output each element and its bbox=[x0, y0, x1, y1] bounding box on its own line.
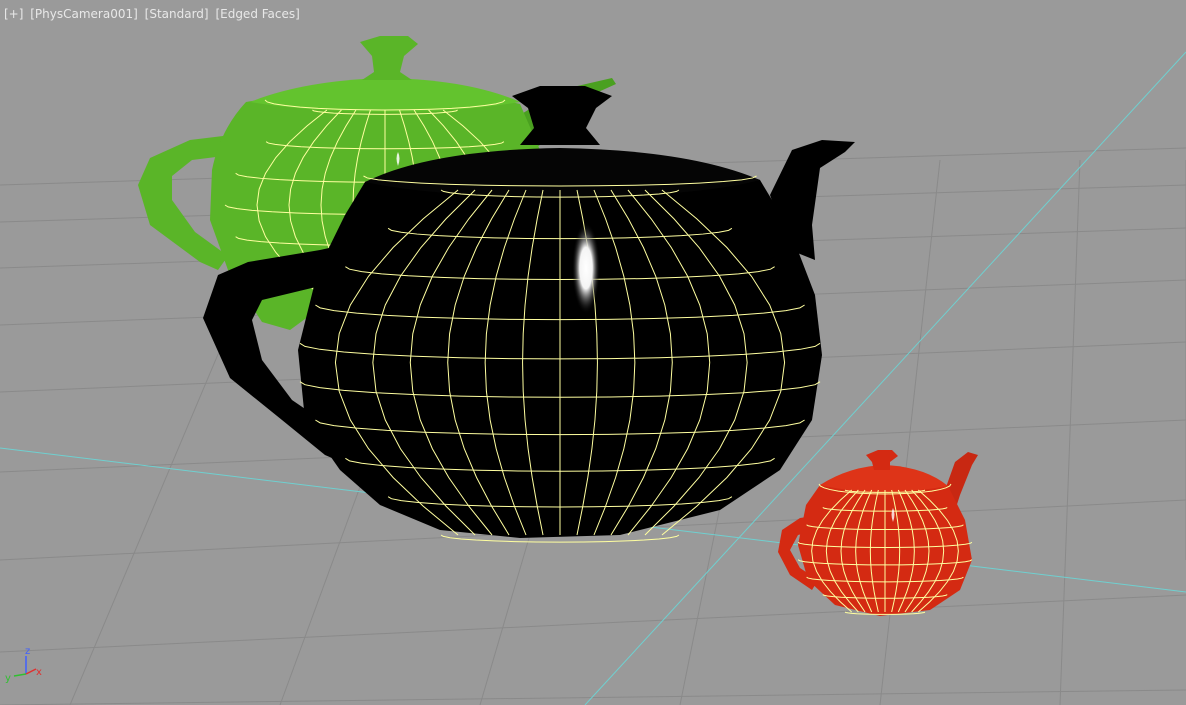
teapot-red[interactable] bbox=[778, 450, 978, 616]
teapot-green-knob bbox=[360, 36, 418, 80]
grid-line bbox=[879, 159, 941, 705]
scene-canvas[interactable] bbox=[0, 0, 1186, 705]
viewport-pov-label[interactable]: [PhysCamera001] bbox=[30, 7, 138, 21]
grid-line bbox=[0, 689, 1186, 705]
grid-line bbox=[0, 594, 1186, 653]
axis-x-label: x bbox=[36, 667, 42, 678]
grid-line bbox=[1059, 159, 1081, 705]
teapot-black-highlight bbox=[572, 222, 600, 314]
viewport-plus-menu[interactable]: [+] bbox=[4, 7, 23, 21]
axis-z-label: z bbox=[25, 646, 30, 657]
viewport-label-menu: [+] [PhysCamera001] [Standard] [Edged Fa… bbox=[4, 7, 303, 21]
viewport-shading-label[interactable]: [Standard] bbox=[145, 7, 209, 21]
teapot-green-lid bbox=[250, 78, 520, 112]
axis-y-label: y bbox=[5, 673, 11, 684]
axis-tripod-icon: z x y bbox=[5, 646, 42, 684]
viewport-display-label[interactable]: [Edged Faces] bbox=[215, 7, 299, 21]
viewport-perspective[interactable]: [+] [PhysCamera001] [Standard] [Edged Fa… bbox=[0, 0, 1186, 705]
